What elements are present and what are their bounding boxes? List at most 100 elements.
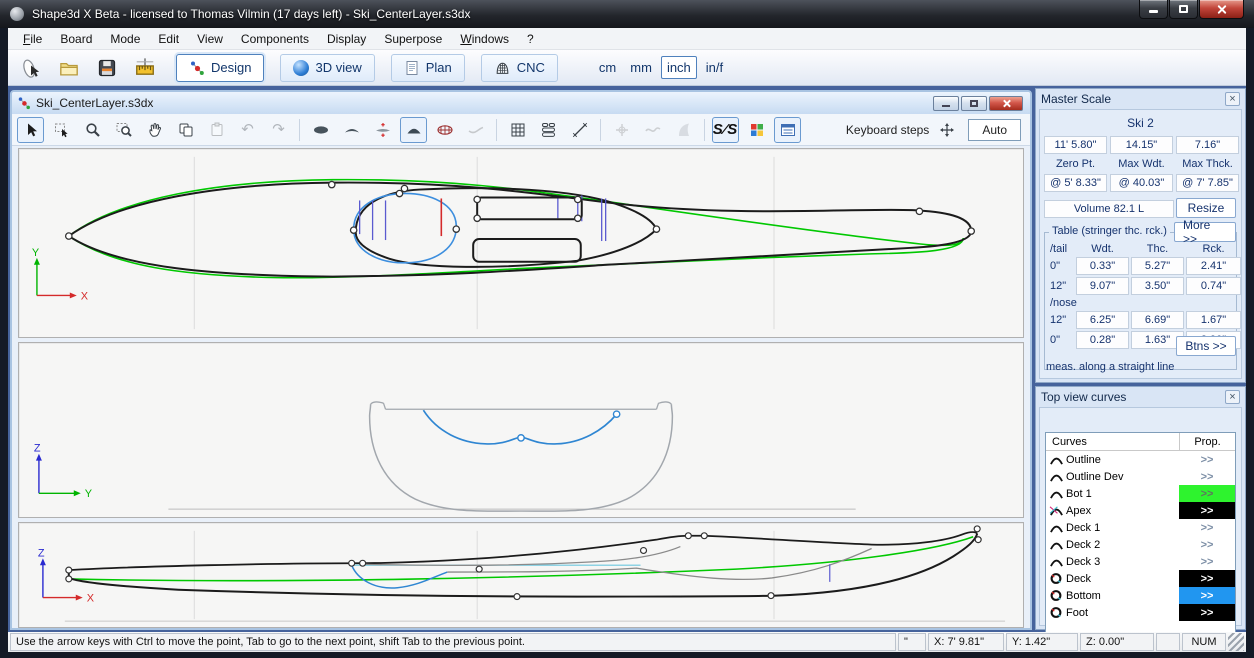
prop-link[interactable]: >> [1179,536,1235,553]
side-view-canvas[interactable]: Z X [19,523,1023,627]
prop-link[interactable]: >> [1179,502,1235,519]
max-wdt-value[interactable]: @ 40.03" [1110,174,1173,192]
zoom-button[interactable] [79,117,106,143]
select-tool-button[interactable] [17,117,44,143]
menu-help[interactable]: ? [518,29,543,49]
curve-row-foot[interactable]: Foot >> [1046,604,1235,621]
panels-button[interactable] [774,117,801,143]
grid-button[interactable] [504,117,531,143]
unit-inch[interactable]: inch [661,56,697,79]
prop-link[interactable]: >> [1179,587,1235,604]
unit-inf[interactable]: in/f [701,57,728,78]
tail-row0-rck[interactable]: 2.41" [1186,257,1241,275]
auto-button[interactable]: Auto [968,119,1021,141]
unit-cm[interactable]: cm [594,57,621,78]
s-curves-button[interactable]: S⁄S [712,117,739,143]
menu-components[interactable]: Components [232,29,318,49]
nose-row0-wdt[interactable]: 6.25" [1076,311,1129,329]
menu-superpose[interactable]: Superpose [375,29,451,49]
prop-link[interactable]: >> [1179,451,1235,468]
pan-button[interactable] [141,117,168,143]
outline-view-button[interactable] [307,117,334,143]
colors-button[interactable] [743,117,770,143]
deck-view-button[interactable] [400,117,427,143]
zero-pt-value[interactable]: @ 5' 8.33" [1044,174,1107,192]
thickness-value[interactable]: 7.16" [1176,136,1239,154]
tail-row1-thc[interactable]: 3.50" [1131,277,1184,295]
menu-mode[interactable]: Mode [101,29,149,49]
menu-edit[interactable]: Edit [149,29,188,49]
thickness-view-button[interactable] [369,117,396,143]
curves-panel-close-button[interactable]: × [1225,390,1240,404]
prop-link[interactable]: >> [1179,468,1235,485]
more-button[interactable]: More >> [1174,222,1236,242]
close-button[interactable] [1199,0,1244,19]
max-thck-value[interactable]: @ 7' 7.85" [1176,174,1239,192]
resize-button[interactable]: Resize [1176,198,1236,218]
nose-row0-thc[interactable]: 6.69" [1131,311,1184,329]
rocker-view-button[interactable] [338,117,365,143]
open-button[interactable] [54,53,84,83]
sections-button[interactable] [535,117,562,143]
curve-row-bottom[interactable]: Bottom >> [1046,587,1235,604]
top-view-canvas[interactable]: Y X [19,149,1023,337]
prop-link[interactable]: >> [1179,553,1235,570]
target-button[interactable] [608,117,635,143]
cnc-mode-button[interactable]: CNC [481,54,558,82]
move-steps-button[interactable] [933,117,960,143]
minimize-button[interactable] [1139,0,1168,19]
copy-button[interactable] [172,117,199,143]
nose-row1-wdt[interactable]: 0.28" [1076,331,1129,349]
fin-button[interactable] [670,117,697,143]
zoom-window-button[interactable] [110,117,137,143]
new-board-button[interactable] [16,53,46,83]
curve-row-deck3[interactable]: Deck 3 >> [1046,553,1235,570]
menu-file[interactable]: File [14,29,51,49]
menu-view[interactable]: View [188,29,232,49]
doc-minimize-button[interactable] [933,96,959,111]
tail-row1-rck[interactable]: 0.74" [1186,277,1241,295]
tail-row0-wdt[interactable]: 0.33" [1076,257,1129,275]
nose-row0-rck[interactable]: 1.67" [1186,311,1241,329]
doc-close-button[interactable] [989,96,1023,111]
tail-row0-thc[interactable]: 5.27" [1131,257,1184,275]
master-scale-close-button[interactable]: × [1225,92,1240,106]
doc-restore-button[interactable] [961,96,987,111]
length-value[interactable]: 11' 5.80" [1044,136,1107,154]
curve-row-deck1[interactable]: Deck 1 >> [1046,519,1235,536]
title-bar[interactable]: Shape3d X Beta - licensed to Thomas Vilm… [0,0,1254,28]
document-title-bar[interactable]: Ski_CenterLayer.s3dx [12,92,1030,114]
prop-link[interactable]: >> [1179,604,1235,621]
slices-view-button[interactable] [431,117,458,143]
undo-button[interactable]: ↶ [234,117,261,143]
curve-row-outline-dev[interactable]: Outline Dev >> [1046,468,1235,485]
tail-row1-wdt[interactable]: 9.07" [1076,277,1129,295]
3d-view-mode-button[interactable]: 3D view [280,54,374,82]
width-value[interactable]: 14.15" [1110,136,1173,154]
menu-windows[interactable]: Windows [451,29,518,49]
btns-button[interactable]: Btns >> [1176,336,1236,356]
prop-link[interactable]: >> [1179,519,1235,536]
unit-mm[interactable]: mm [625,57,657,78]
flow-curve-button[interactable] [639,117,666,143]
redo-button[interactable]: ↷ [265,117,292,143]
paste-button[interactable] [203,117,230,143]
scale-tool-button[interactable] [130,53,160,83]
profile-curve-button[interactable] [462,117,489,143]
marquee-select-button[interactable] [48,117,75,143]
curve-row-apex[interactable]: Apex >> [1046,502,1235,519]
curve-row-deck[interactable]: Deck >> [1046,570,1235,587]
resize-grip[interactable] [1228,633,1244,651]
curve-row-outline[interactable]: Outline >> [1046,451,1235,468]
maximize-button[interactable] [1169,0,1198,19]
design-mode-button[interactable]: Design [176,54,264,82]
prop-link[interactable]: >> [1179,485,1235,502]
save-button[interactable] [92,53,122,83]
measure-button[interactable] [566,117,593,143]
curve-row-bot1[interactable]: Bot 1 >> [1046,485,1235,502]
prop-link[interactable]: >> [1179,570,1235,587]
curve-row-deck2[interactable]: Deck 2 >> [1046,536,1235,553]
menu-board[interactable]: Board [51,29,101,49]
menu-display[interactable]: Display [318,29,375,49]
plan-mode-button[interactable]: Plan [391,54,465,82]
